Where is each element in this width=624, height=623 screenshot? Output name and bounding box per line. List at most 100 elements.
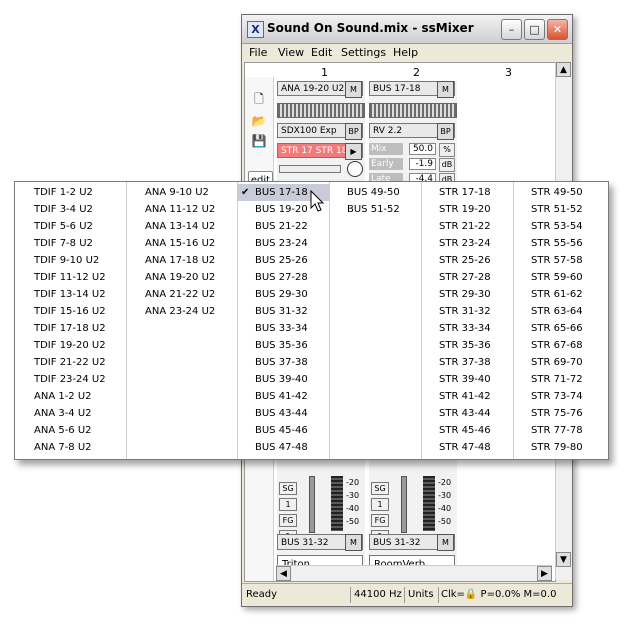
menu-item[interactable]: ANA 11-12 U2 <box>126 201 237 218</box>
menu-file[interactable]: File <box>249 46 267 59</box>
param-value[interactable]: -1.9 <box>409 158 436 170</box>
menu-item[interactable]: BUS 33-34 <box>237 320 329 337</box>
param-value[interactable]: 50.0 <box>409 143 436 155</box>
menu-item[interactable]: ANA 19-20 U2 <box>126 269 237 286</box>
menu-item[interactable]: TDIF 13-14 U2 <box>15 286 126 303</box>
menu-item[interactable]: STR 27-28 <box>421 269 513 286</box>
scroll-right-icon[interactable]: ▶ <box>537 566 552 581</box>
plugin-slot[interactable]: RV 2.2 BP <box>369 123 455 140</box>
menu-help[interactable]: Help <box>393 46 418 59</box>
menu-item[interactable]: TDIF 19-20 U2 <box>15 337 126 354</box>
menu-item[interactable]: STR 19-20 <box>421 201 513 218</box>
menu-item[interactable]: STR 73-74 <box>513 388 608 405</box>
title-bar[interactable]: X Sound On Sound.mix - ssMixer – □ ✕ <box>242 15 572 44</box>
bypass-button[interactable]: BP <box>437 123 454 140</box>
menu-item[interactable]: STR 41-42 <box>421 388 513 405</box>
menu-item[interactable]: ANA 1-2 U2 <box>15 388 126 405</box>
clock-knob-icon[interactable] <box>347 161 363 177</box>
menu-item[interactable]: STR 63-64 <box>513 303 608 320</box>
menu-item[interactable]: STR 79-80 <box>513 439 608 456</box>
menu-item[interactable]: STR 37-38 <box>421 354 513 371</box>
input-selector[interactable]: BUS 17-18 M <box>369 81 455 98</box>
menu-item[interactable]: ANA 15-16 U2 <box>126 235 237 252</box>
menu-item[interactable]: TDIF 3-4 U2 <box>15 201 126 218</box>
new-file-icon[interactable]: 🗋 <box>250 91 268 107</box>
menu-item[interactable]: ANA 21-22 U2 <box>126 286 237 303</box>
menu-item[interactable]: STR 69-70 <box>513 354 608 371</box>
menu-item[interactable]: BUS 23-24 <box>237 235 329 252</box>
menu-item[interactable]: STR 21-22 <box>421 218 513 235</box>
menu-item[interactable]: STR 31-32 <box>421 303 513 320</box>
menu-item[interactable]: STR 75-76 <box>513 405 608 422</box>
menu-item[interactable]: TDIF 21-22 U2 <box>15 354 126 371</box>
menu-item[interactable]: BUS 39-40 <box>237 371 329 388</box>
menu-item[interactable]: BUS 45-46 <box>237 422 329 439</box>
volume-fader[interactable] <box>309 476 315 533</box>
menu-item[interactable]: STR 25-26 <box>421 252 513 269</box>
output-selector[interactable]: BUS 31-32 M <box>369 534 455 551</box>
menu-item[interactable]: BUS 31-32 <box>237 303 329 320</box>
pan-slider[interactable] <box>279 165 341 173</box>
menu-item[interactable]: STR 65-66 <box>513 320 608 337</box>
menu-item[interactable]: STR 29-30 <box>421 286 513 303</box>
minimize-button[interactable]: – <box>501 19 522 40</box>
menu-item[interactable]: TDIF 9-10 U2 <box>15 252 126 269</box>
input-selector[interactable]: ANA 19-20 U2 M <box>277 81 363 98</box>
horizontal-scrollbar[interactable]: ◀ ▶ <box>276 565 552 581</box>
bypass-button[interactable]: BP <box>345 123 362 140</box>
mute-button[interactable]: M <box>345 534 362 551</box>
menu-item[interactable]: ANA 13-14 U2 <box>126 218 237 235</box>
mute-button[interactable]: M <box>437 534 454 551</box>
scroll-left-icon[interactable]: ◀ <box>276 566 291 581</box>
mute-button[interactable]: M <box>437 81 454 98</box>
menu-item[interactable]: BUS 27-28 <box>237 269 329 286</box>
menu-item[interactable]: TDIF 7-8 U2 <box>15 235 126 252</box>
scroll-down-icon[interactable]: ▼ <box>556 552 571 567</box>
send-selector[interactable]: STR 17 STR 18 ▶ <box>277 143 363 160</box>
plugin-slot[interactable]: SDX100 Exp BP <box>277 123 363 140</box>
menu-item[interactable]: STR 49-50 <box>513 184 608 201</box>
menu-item[interactable]: STR 67-68 <box>513 337 608 354</box>
menu-item[interactable]: BUS 51-52 <box>329 201 421 218</box>
menu-item[interactable]: BUS 49-50 <box>329 184 421 201</box>
menu-item[interactable]: STR 35-36 <box>421 337 513 354</box>
menu-item[interactable]: BUS 21-22 <box>237 218 329 235</box>
menu-item[interactable]: BUS 37-38 <box>237 354 329 371</box>
menu-item[interactable]: ANA 17-18 U2 <box>126 252 237 269</box>
menu-item[interactable]: BUS 25-26 <box>237 252 329 269</box>
send-arrow-button[interactable]: ▶ <box>345 143 362 160</box>
menu-item[interactable]: STR 51-52 <box>513 201 608 218</box>
menu-view[interactable]: View <box>278 46 304 59</box>
menu-settings[interactable]: Settings <box>341 46 386 59</box>
menu-item[interactable]: STR 61-62 <box>513 286 608 303</box>
menu-item[interactable]: TDIF 11-12 U2 <box>15 269 126 286</box>
open-folder-icon[interactable]: 📂 <box>250 113 268 129</box>
menu-item[interactable]: TDIF 1-2 U2 <box>15 184 126 201</box>
menu-item[interactable]: BUS 41-42 <box>237 388 329 405</box>
menu-item[interactable]: STR 55-56 <box>513 235 608 252</box>
menu-item[interactable]: STR 33-34 <box>421 320 513 337</box>
menu-item[interactable]: ANA 9-10 U2 <box>126 184 237 201</box>
menu-edit[interactable]: Edit <box>311 46 332 59</box>
menu-item[interactable]: TDIF 15-16 U2 <box>15 303 126 320</box>
menu-item[interactable]: TDIF 17-18 U2 <box>15 320 126 337</box>
menu-item[interactable]: ANA 3-4 U2 <box>15 405 126 422</box>
menu-item[interactable]: STR 57-58 <box>513 252 608 269</box>
menu-item[interactable]: ANA 7-8 U2 <box>15 439 126 456</box>
menu-item[interactable]: STR 43-44 <box>421 405 513 422</box>
menu-item[interactable]: STR 45-46 <box>421 422 513 439</box>
menu-item[interactable]: BUS 29-30 <box>237 286 329 303</box>
menu-item[interactable]: BUS 35-36 <box>237 337 329 354</box>
maximize-button[interactable]: □ <box>524 19 545 40</box>
menu-item[interactable]: STR 23-24 <box>421 235 513 252</box>
menu-item[interactable]: BUS 47-48 <box>237 439 329 456</box>
menu-item[interactable]: TDIF 5-6 U2 <box>15 218 126 235</box>
menu-item[interactable]: STR 71-72 <box>513 371 608 388</box>
close-button[interactable]: ✕ <box>547 19 568 40</box>
menu-item[interactable]: STR 53-54 <box>513 218 608 235</box>
menu-item[interactable]: STR 17-18 <box>421 184 513 201</box>
mute-button[interactable]: M <box>345 81 362 98</box>
menu-item[interactable]: ANA 5-6 U2 <box>15 422 126 439</box>
scroll-up-icon[interactable]: ▲ <box>556 62 571 77</box>
output-selector[interactable]: BUS 31-32 M <box>277 534 363 551</box>
